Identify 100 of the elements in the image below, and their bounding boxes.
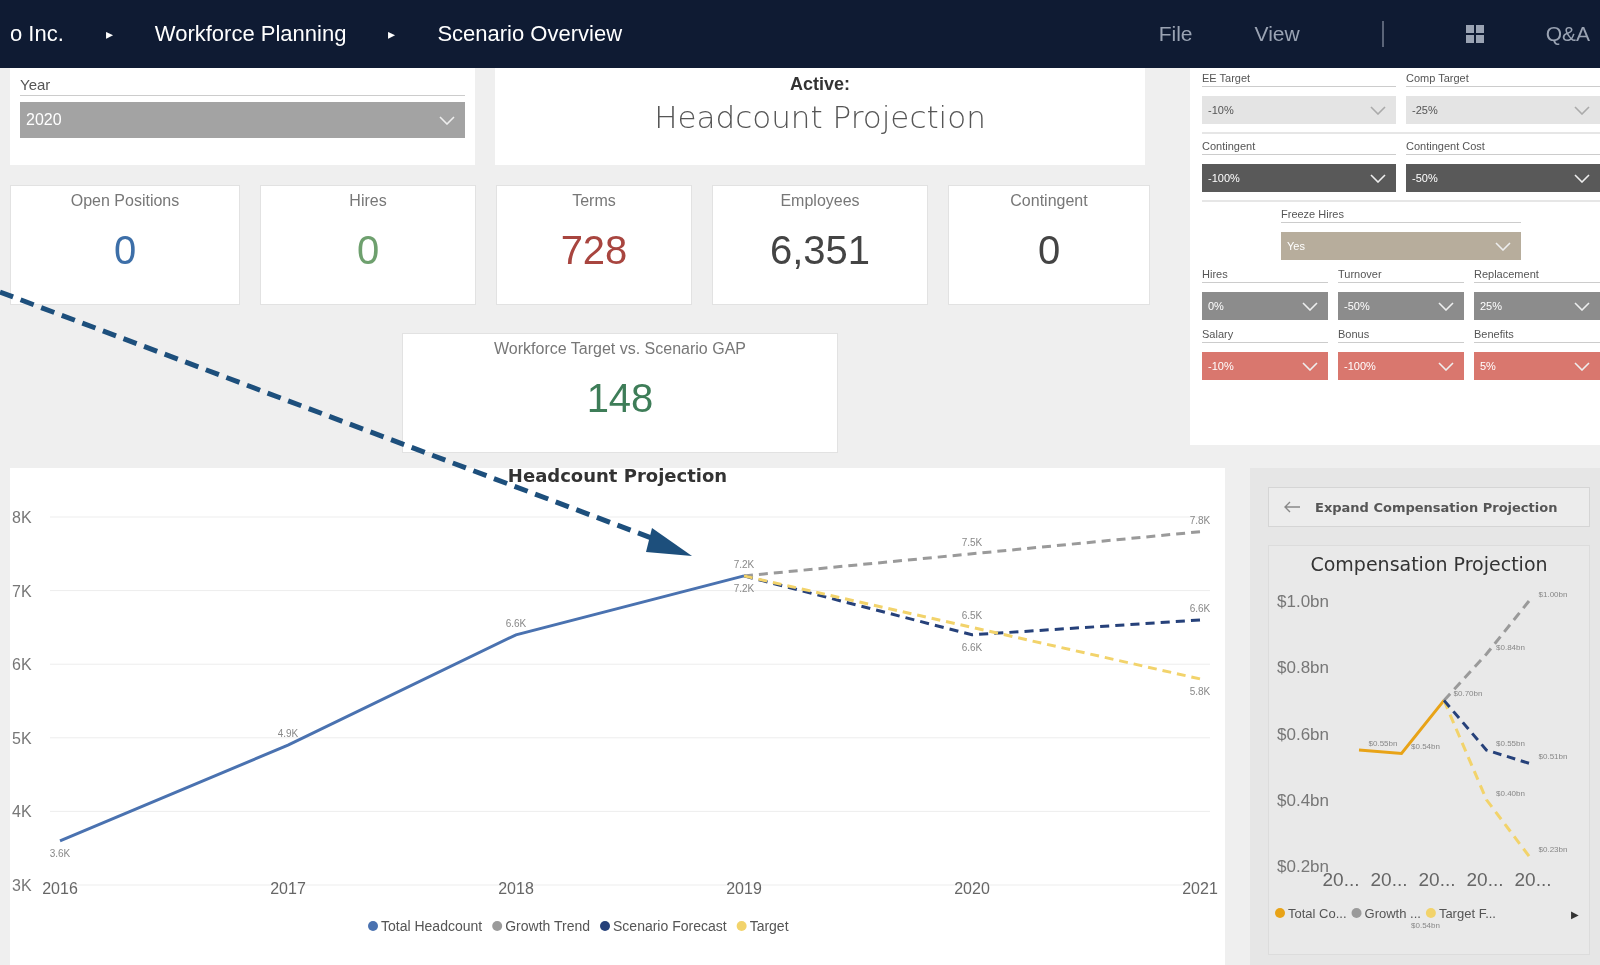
- filter-label: Salary: [1202, 328, 1328, 343]
- filter-label: Year: [20, 76, 465, 96]
- dropdown[interactable]: 25%: [1474, 292, 1600, 320]
- kpi-value: 148: [586, 376, 654, 421]
- menu-item[interactable]: Q&A: [1545, 22, 1590, 46]
- legend-item[interactable]: Target: [736, 918, 789, 934]
- legend-item[interactable]: Scenario Forecast: [600, 918, 727, 934]
- chevron-down-icon: [1438, 361, 1454, 371]
- kpi-label: Hires: [349, 192, 387, 210]
- kpi-label: Terms: [572, 192, 616, 210]
- data-label: $0.40bn: [1496, 788, 1525, 798]
- filter-label: Comp Target: [1406, 72, 1600, 87]
- menu-item[interactable]: View: [1254, 22, 1300, 46]
- legend-label: Target F...: [1438, 906, 1496, 921]
- chart-title: Compensation Projection: [1310, 553, 1548, 575]
- menu-item[interactable]: File: [1158, 22, 1193, 46]
- axis-tick-label: 4K: [12, 803, 32, 821]
- axis-tick-label: 2021: [1182, 880, 1218, 897]
- kpi-value: 6,351: [769, 228, 871, 273]
- filter-label: Turnover: [1338, 268, 1464, 283]
- breadcrumb-separator: ▸: [388, 26, 396, 42]
- axis-tick-label: 3K: [12, 877, 32, 894]
- chevron-down-icon: [1302, 301, 1318, 311]
- axis-tick-label: 20...: [1466, 869, 1504, 890]
- filter-label: Freeze Hires: [1281, 208, 1521, 223]
- kpi-label: Employees: [780, 192, 860, 210]
- legend-label: Target: [749, 918, 789, 934]
- chevron-down-icon: [439, 115, 455, 125]
- axis-tick-label: 6K: [12, 656, 32, 674]
- dropdown[interactable]: -50%: [1338, 292, 1464, 320]
- axis-tick-label: $0.4bn: [1277, 790, 1329, 810]
- filter-label: Bonus: [1338, 328, 1464, 343]
- data-label: $0.54bn: [1411, 921, 1440, 931]
- axis-tick-label: 2019: [726, 880, 762, 897]
- dropdown[interactable]: -100%: [1202, 164, 1396, 192]
- data-label: $0.84bn: [1496, 643, 1525, 652]
- axis-tick-label: 20...: [1514, 869, 1552, 890]
- chevron-down-icon: [1438, 301, 1454, 311]
- kpi-value: 0: [356, 228, 380, 273]
- axis-tick-label: 2018: [498, 880, 534, 897]
- expand-button[interactable]: Expand Compensation Projection: [1268, 487, 1590, 527]
- axis-tick-label: $0.8bn: [1277, 658, 1329, 678]
- axis-tick-label: 2016: [42, 880, 78, 897]
- legend-item[interactable]: Target F...: [1425, 906, 1496, 921]
- axis-tick-label: 2017: [270, 880, 306, 897]
- filter-label: Hires: [1202, 268, 1328, 283]
- dropdown[interactable]: 0%: [1202, 292, 1328, 320]
- axis-tick-label: $1.0bn: [1277, 592, 1329, 611]
- data-label: $0.70bn: [1453, 689, 1483, 699]
- axis-tick-label: 7K: [12, 582, 32, 600]
- active-label: Active:: [790, 74, 850, 95]
- data-label: 3.6K: [49, 847, 71, 859]
- data-label: 7.2K: [733, 558, 755, 570]
- filter-label: Replacement: [1474, 268, 1600, 283]
- breadcrumb-separator: ▸: [105, 26, 113, 42]
- chevron-down-icon: [1370, 173, 1386, 183]
- chevron-down-icon: [1302, 361, 1318, 371]
- filter-label: Benefits: [1474, 328, 1600, 343]
- dropdown[interactable]: -25%: [1406, 96, 1600, 124]
- filter-label: Contingent: [1202, 140, 1396, 155]
- scenario-name: Headcount Projection: [654, 99, 986, 135]
- axis-tick-label: 5K: [12, 729, 32, 747]
- data-label: $0.51bn: [1538, 752, 1568, 762]
- axis-tick-label: 20...: [1418, 869, 1456, 890]
- data-label: 4.9K: [277, 728, 299, 740]
- data-label: $0.55bn: [1368, 739, 1398, 749]
- data-label: 7.5K: [961, 536, 983, 548]
- data-label: 6.6K: [961, 641, 983, 653]
- chevron-down-icon: [1574, 301, 1590, 311]
- data-label: 6.5K: [961, 610, 983, 622]
- axis-tick-label: 20...: [1370, 869, 1408, 890]
- breadcrumb-link[interactable]: o Inc.: [10, 21, 64, 47]
- chevron-down-icon: [1370, 105, 1386, 115]
- legend-item[interactable]: Growth Trend: [492, 918, 590, 934]
- legend-label: Growth ...: [1364, 906, 1421, 921]
- kpi-label: Workforce Target vs. Scenario GAP: [494, 340, 746, 358]
- dropdown[interactable]: -50%: [1406, 164, 1600, 192]
- legend-next-icon[interactable]: ▶: [1571, 909, 1579, 920]
- grid-icon[interactable]: [1465, 25, 1484, 43]
- data-label: 7.8K: [1189, 514, 1211, 526]
- legend-item[interactable]: Growth ...: [1351, 906, 1421, 921]
- arrow-left-icon: [1283, 501, 1301, 513]
- data-label: $0.55bn: [1496, 739, 1525, 749]
- breadcrumb-link[interactable]: Scenario Overview: [437, 21, 623, 47]
- legend-item[interactable]: Total Headcount: [368, 918, 483, 934]
- data-label: $0.54bn: [1411, 742, 1440, 752]
- legend-label: Total Co...: [1288, 906, 1347, 921]
- chevron-down-icon: [1574, 173, 1590, 183]
- chevron-down-icon: [1574, 105, 1590, 115]
- kpi-label: Open Positions: [70, 192, 180, 210]
- legend-item[interactable]: Total Co...: [1275, 906, 1347, 921]
- data-label: $1.00bn: [1538, 590, 1568, 599]
- data-label: 5.8K: [1189, 685, 1211, 697]
- filter-label: Contingent Cost: [1406, 140, 1600, 155]
- breadcrumb-link[interactable]: Workforce Planning: [154, 21, 347, 47]
- axis-tick-label: $0.6bn: [1277, 724, 1329, 744]
- dropdown[interactable]: -10%: [1202, 96, 1396, 124]
- kpi-value: 728: [560, 228, 628, 273]
- axis-tick-label: 2020: [954, 880, 990, 897]
- axis-tick-label: 8K: [12, 509, 32, 526]
